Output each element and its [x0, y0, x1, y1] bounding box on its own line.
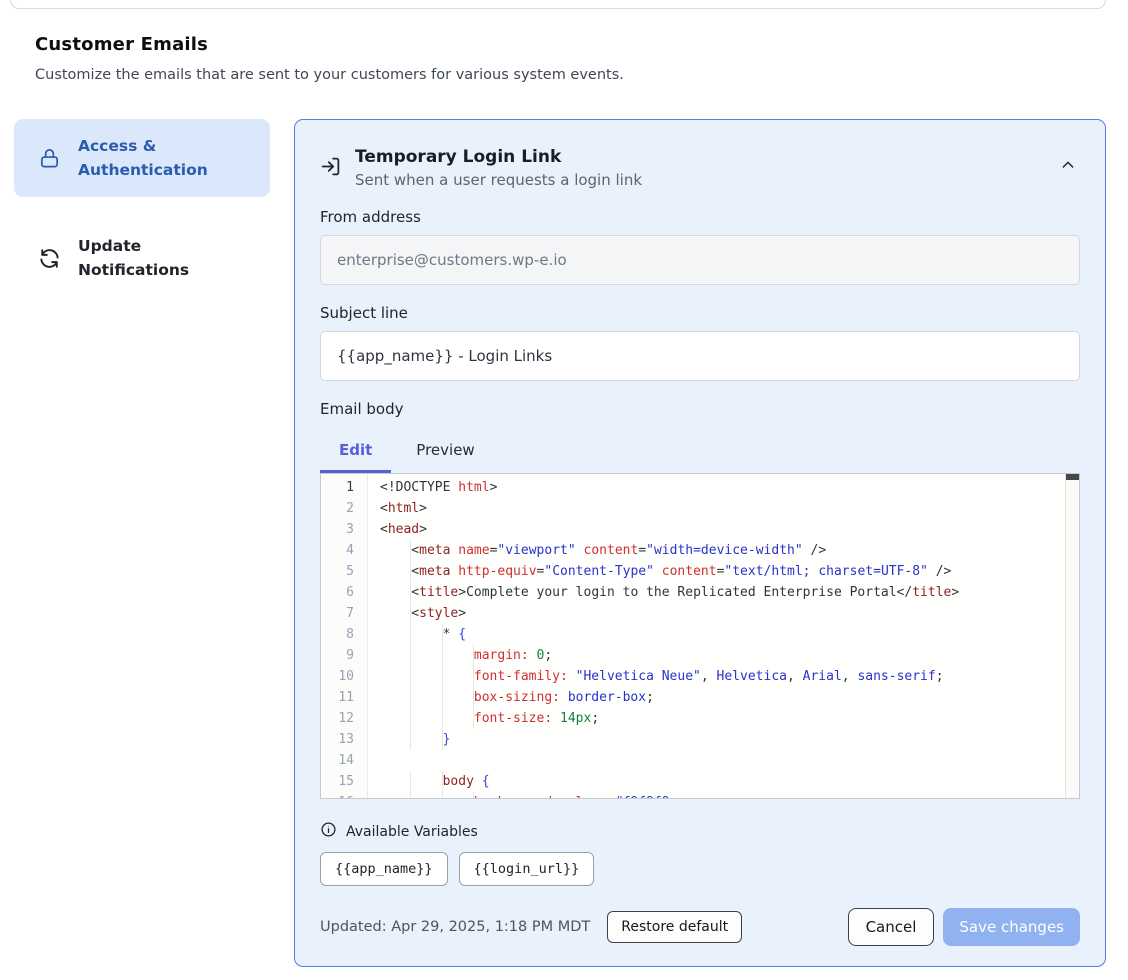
panel-footer: Updated: Apr 29, 2025, 1:18 PM MDT Resto…	[320, 908, 1080, 946]
cancel-button[interactable]: Cancel	[848, 908, 935, 946]
code-line: 6<title>Complete your login to the Repli…	[321, 582, 1079, 603]
editor-scrollbar[interactable]	[1065, 474, 1079, 798]
line-number: 5	[321, 561, 367, 582]
code-line: 16background-color: #f9f9f9;	[321, 792, 1079, 799]
restore-default-button[interactable]: Restore default	[607, 911, 742, 943]
subject-line-input[interactable]	[320, 331, 1080, 381]
code-line: 5<meta http-equiv="Content-Type" content…	[321, 561, 1079, 582]
info-icon	[320, 821, 337, 842]
variable-chips: {{app_name}} {{login_url}}	[320, 852, 1080, 886]
page-header: Customer Emails Customize the emails tha…	[0, 34, 1128, 83]
tab-edit[interactable]: Edit	[320, 431, 391, 473]
collapse-button[interactable]	[1056, 153, 1080, 180]
line-number: 9	[321, 645, 367, 666]
page-title: Customer Emails	[35, 34, 1093, 55]
code-line: 1<!DOCTYPE html>	[321, 477, 1079, 498]
log-in-icon	[320, 156, 341, 181]
sidebar: Access & Authentication Update Notificat…	[14, 119, 270, 297]
code-line: 7<style>	[321, 603, 1079, 624]
code-line: 9margin: 0;	[321, 645, 1079, 666]
line-number: 15	[321, 771, 367, 792]
variable-chip-login-url[interactable]: {{login_url}}	[459, 852, 595, 886]
code-line: 10font-family: "Helvetica Neue", Helveti…	[321, 666, 1079, 687]
lock-icon	[38, 147, 61, 170]
code-line: 11box-sizing: border-box;	[321, 687, 1079, 708]
available-variables-header: Available Variables	[320, 821, 1080, 842]
code-editor[interactable]: 1<!DOCTYPE html>2<html>3<head>4<meta nam…	[320, 473, 1080, 799]
code-line: 12font-size: 14px;	[321, 708, 1079, 729]
line-number: 2	[321, 498, 367, 519]
editor-scrollbar-thumb[interactable]	[1066, 474, 1079, 480]
line-number: 3	[321, 519, 367, 540]
updated-timestamp: Updated: Apr 29, 2025, 1:18 PM MDT	[320, 919, 590, 935]
from-address-input[interactable]	[320, 235, 1080, 285]
code-line: 13}	[321, 729, 1079, 750]
code-line: 3<head>	[321, 519, 1079, 540]
line-number: 14	[321, 750, 367, 771]
line-number: 6	[321, 582, 367, 603]
code-line: 2<html>	[321, 498, 1079, 519]
line-number: 10	[321, 666, 367, 687]
from-address-label: From address	[320, 208, 1080, 226]
chevron-up-icon	[1060, 161, 1076, 176]
line-number: 11	[321, 687, 367, 708]
email-body-tabs: Edit Preview	[320, 431, 1080, 473]
tab-preview[interactable]: Preview	[397, 431, 493, 473]
code-line: 14	[321, 750, 1079, 771]
available-variables-label: Available Variables	[346, 824, 478, 840]
refresh-icon	[38, 247, 61, 270]
subject-line-label: Subject line	[320, 304, 1080, 322]
line-number: 1	[321, 477, 367, 498]
panel-title: Temporary Login Link	[355, 147, 642, 167]
sidebar-item-label: Update Notifications	[78, 234, 256, 282]
code-line: 4<meta name="viewport" content="width=de…	[321, 540, 1079, 561]
line-number: 13	[321, 729, 367, 750]
sidebar-item-update-notifications[interactable]: Update Notifications	[14, 219, 270, 297]
page-subtitle: Customize the emails that are sent to yo…	[35, 67, 1093, 83]
save-changes-button[interactable]: Save changes	[943, 908, 1080, 946]
previous-card-bottom-edge	[10, 0, 1106, 9]
panel-header: Temporary Login Link Sent when a user re…	[320, 147, 1080, 189]
sidebar-item-label: Access & Authentication	[78, 134, 256, 182]
sidebar-item-access-authentication[interactable]: Access & Authentication	[14, 119, 270, 197]
line-number: 16	[321, 792, 367, 799]
code-line: 8* {	[321, 624, 1079, 645]
line-number: 8	[321, 624, 367, 645]
code-line: 15body {	[321, 771, 1079, 792]
line-number: 12	[321, 708, 367, 729]
variable-chip-app-name[interactable]: {{app_name}}	[320, 852, 448, 886]
email-settings-panel: Temporary Login Link Sent when a user re…	[294, 119, 1106, 967]
line-number: 7	[321, 603, 367, 624]
email-body-label: Email body	[320, 400, 1080, 418]
panel-subtitle: Sent when a user requests a login link	[355, 171, 642, 189]
line-number: 4	[321, 540, 367, 561]
editor-lines: 1<!DOCTYPE html>2<html>3<head>4<meta nam…	[321, 474, 1079, 799]
